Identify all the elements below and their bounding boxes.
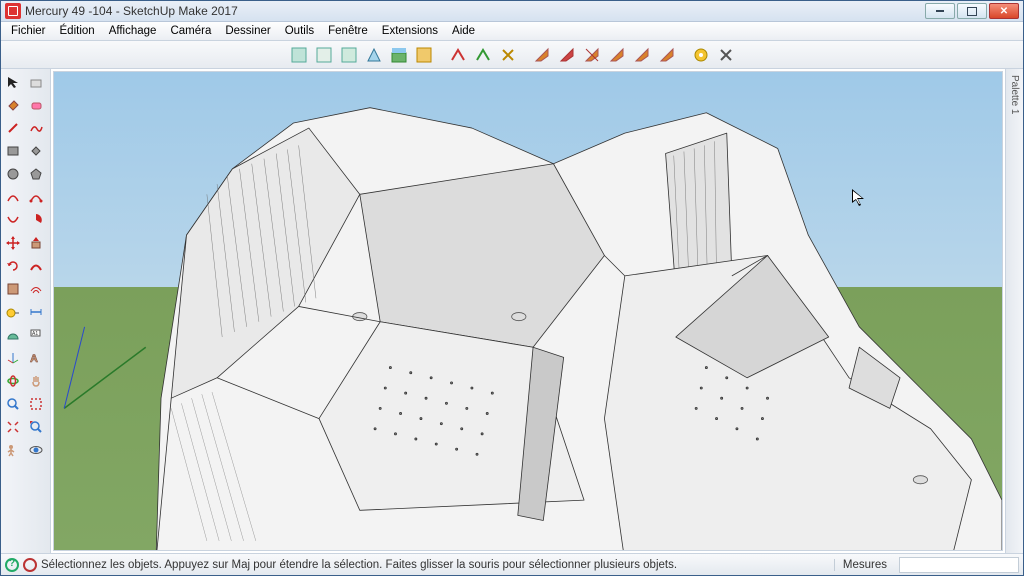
viewport-3d[interactable] xyxy=(53,71,1003,551)
previous-view-tool[interactable] xyxy=(25,416,47,438)
pie-tool[interactable] xyxy=(25,209,47,231)
3pt-arc-tool[interactable] xyxy=(2,209,24,231)
select-tool[interactable] xyxy=(2,71,24,93)
ext-tool-5[interactable] xyxy=(555,43,579,67)
style-mono-button[interactable] xyxy=(362,43,386,67)
ext-tool-9[interactable] xyxy=(655,43,679,67)
menu-edition[interactable]: Édition xyxy=(53,23,102,39)
ext-tool-2[interactable] xyxy=(471,43,495,67)
orbit-tool[interactable] xyxy=(2,370,24,392)
zoom-window-tool[interactable] xyxy=(25,393,47,415)
measures-input[interactable] xyxy=(899,557,1019,573)
make-component-tool[interactable] xyxy=(25,71,47,93)
style-shaded-button[interactable] xyxy=(287,43,311,67)
menu-extensions[interactable]: Extensions xyxy=(375,23,445,39)
menubar: Fichier Édition Affichage Caméra Dessine… xyxy=(1,22,1023,41)
pan-tool[interactable] xyxy=(25,370,47,392)
move-tool[interactable] xyxy=(2,232,24,254)
paint-bucket-tool[interactable] xyxy=(2,94,24,116)
top-toolbar xyxy=(1,41,1023,69)
polygon-tool[interactable] xyxy=(25,163,47,185)
eraser-tool[interactable] xyxy=(25,94,47,116)
rotated-rect-tool[interactable] xyxy=(25,140,47,162)
pushpull-tool[interactable] xyxy=(25,232,47,254)
zoom-extents-tool[interactable] xyxy=(2,416,24,438)
circle-tool[interactable] xyxy=(2,163,24,185)
axes-tool[interactable] xyxy=(2,347,24,369)
menu-fichier[interactable]: Fichier xyxy=(4,23,53,39)
style-xray-button[interactable] xyxy=(412,43,436,67)
titlebar[interactable]: Mercury 49 -104 - SketchUp Make 2017 ✕ xyxy=(1,1,1023,22)
maximize-button[interactable] xyxy=(957,3,987,19)
dimension-tool[interactable] xyxy=(25,301,47,323)
minimize-button[interactable] xyxy=(925,3,955,19)
style-texture-button[interactable] xyxy=(387,43,411,67)
ext-tool-6[interactable] xyxy=(580,43,604,67)
app-icon xyxy=(5,3,21,19)
zoom-tool[interactable] xyxy=(2,393,24,415)
ext-tool-3[interactable] xyxy=(496,43,520,67)
menu-camera[interactable]: Caméra xyxy=(163,23,218,39)
rotate-tool[interactable] xyxy=(2,255,24,277)
menu-outils[interactable]: Outils xyxy=(278,23,321,39)
app-window: Mercury 49 -104 - SketchUp Make 2017 ✕ F… xyxy=(0,0,1024,576)
ext-tool-8[interactable] xyxy=(630,43,654,67)
ext-tool-7[interactable] xyxy=(605,43,629,67)
3d-text-tool[interactable]: A xyxy=(25,347,47,369)
tape-measure-tool[interactable] xyxy=(2,301,24,323)
rectangle-tool[interactable] xyxy=(2,140,24,162)
text-tool[interactable]: A1 xyxy=(25,324,47,346)
arc-tool[interactable] xyxy=(2,186,24,208)
style-hidden-button[interactable] xyxy=(337,43,361,67)
menu-dessiner[interactable]: Dessiner xyxy=(218,23,277,39)
measures-label: Mesures xyxy=(834,559,895,571)
protractor-tool[interactable] xyxy=(2,324,24,346)
line-tool[interactable] xyxy=(2,117,24,139)
menu-fenetre[interactable]: Fenêtre xyxy=(321,23,375,39)
offset-tool[interactable] xyxy=(25,278,47,300)
freehand-tool[interactable] xyxy=(25,117,47,139)
2pt-arc-tool[interactable] xyxy=(25,186,47,208)
menu-aide[interactable]: Aide xyxy=(445,23,482,39)
position-camera-tool[interactable] xyxy=(2,439,24,461)
ext-settings-button[interactable] xyxy=(714,43,738,67)
menu-affichage[interactable]: Affichage xyxy=(102,23,164,39)
help-icon[interactable] xyxy=(5,558,19,572)
ext-tool-4[interactable] xyxy=(530,43,554,67)
style-wire-button[interactable] xyxy=(312,43,336,67)
left-toolbar: A1 A xyxy=(1,69,51,553)
follow-me-tool[interactable] xyxy=(25,255,47,277)
close-button[interactable]: ✕ xyxy=(989,3,1019,19)
ext-gear-button[interactable] xyxy=(689,43,713,67)
tray-tab[interactable]: Palette 1 xyxy=(1005,69,1023,553)
status-hint-text: Sélectionnez les objets. Appuyez sur Maj… xyxy=(41,559,677,571)
scale-tool[interactable] xyxy=(2,278,24,300)
svg-text:A: A xyxy=(30,353,38,365)
geo-icon[interactable] xyxy=(23,558,37,572)
status-bar: Sélectionnez les objets. Appuyez sur Maj… xyxy=(1,553,1023,575)
tray-label: Palette 1 xyxy=(1009,75,1020,114)
window-title: Mercury 49 -104 - SketchUp Make 2017 xyxy=(25,4,238,18)
svg-text:A1: A1 xyxy=(32,331,38,337)
ext-tool-1[interactable] xyxy=(446,43,470,67)
content-area: A1 A xyxy=(1,69,1023,553)
look-around-tool[interactable] xyxy=(25,439,47,461)
